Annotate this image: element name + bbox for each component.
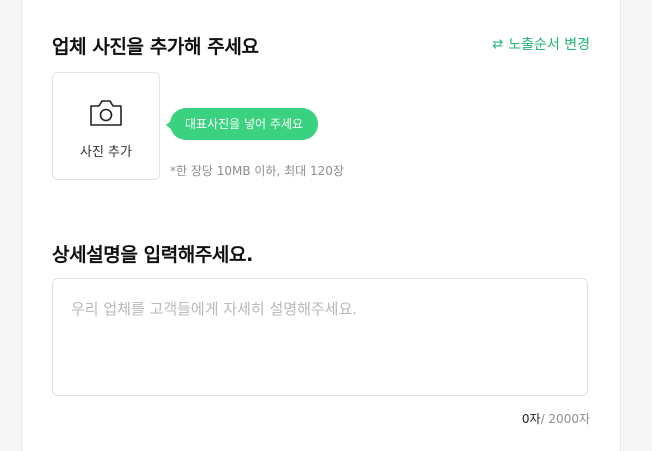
photo-section-title: 업체 사진을 추가해 주세요 [52, 36, 259, 58]
photo-limit-note: *한 장당 10MB 이하, 최대 120장 [170, 164, 344, 178]
reorder-photos-link[interactable]: ⇄ 노출순서 변경 [492, 34, 590, 54]
add-photo-label: 사진 추가 [80, 145, 132, 160]
reorder-photos-label: 노출순서 변경 [508, 37, 590, 53]
camera-icon [90, 100, 122, 126]
business-form-card: 업체 사진을 추가해 주세요 ⇄ 노출순서 변경 사진 추가 대표사진을 넣어 … [21, 0, 621, 451]
character-count-max: / 2000자 [540, 412, 590, 426]
add-photo-button[interactable]: 사진 추가 [52, 72, 160, 180]
description-section-title: 상세설명을 입력해주세요. [52, 244, 253, 266]
character-count-current: 0자 [521, 412, 541, 426]
swap-arrows-icon: ⇄ [492, 36, 504, 52]
character-counter: 0자/ 2000자 [522, 410, 590, 427]
main-photo-tooltip: 대표사진을 넣어 주세요 [165, 108, 319, 140]
description-textarea[interactable] [52, 278, 588, 396]
